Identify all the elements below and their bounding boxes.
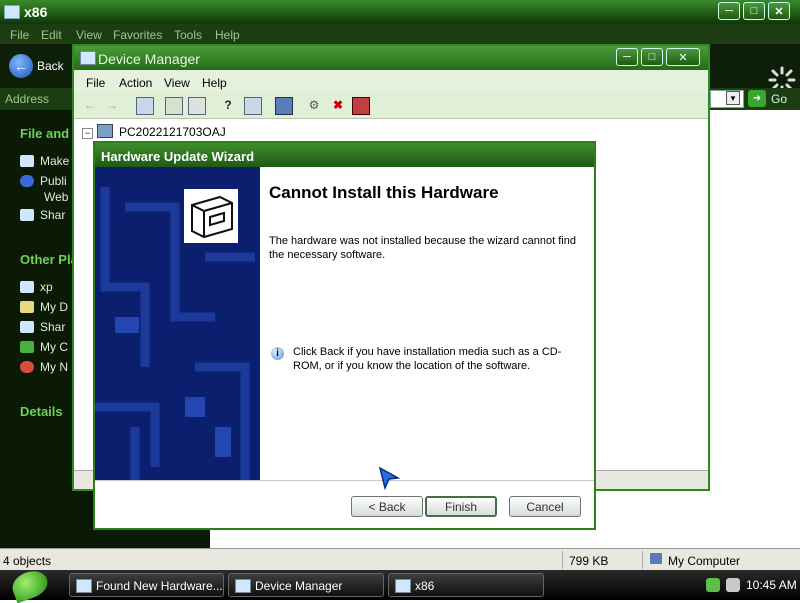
update-driver-icon[interactable]: ⚙ xyxy=(306,97,322,113)
place-item-my-computer[interactable]: My C xyxy=(20,340,68,354)
menu-file[interactable]: File xyxy=(10,28,29,42)
menu-view[interactable]: View xyxy=(76,28,102,42)
share-folder-icon xyxy=(20,321,34,333)
task-item-make[interactable]: Make xyxy=(20,154,69,168)
task-item-publish[interactable]: Publi xyxy=(20,174,67,188)
device-manager-title: Device Manager xyxy=(98,51,200,67)
wizard-title-bar[interactable]: Hardware Update Wizard xyxy=(95,143,594,167)
go-button-label[interactable]: Go xyxy=(771,92,787,106)
window-icon xyxy=(76,579,92,593)
menu-tools[interactable]: Tools xyxy=(174,28,202,42)
menu-edit[interactable]: Edit xyxy=(41,28,62,42)
device-manager-window-controls: ─ □ ✕ xyxy=(616,48,700,66)
tray-volume-icon[interactable] xyxy=(726,578,740,592)
device-manager-icon xyxy=(235,579,251,593)
device-manager-menu-bar: File Action View Help xyxy=(74,70,708,92)
dm-menu-action[interactable]: Action xyxy=(119,76,152,90)
other-places-heading[interactable]: Other Pla xyxy=(20,252,78,267)
taskbar-clock[interactable]: 10:45 AM xyxy=(746,578,797,592)
tree-view-icon[interactable] xyxy=(136,97,154,115)
info-icon: i xyxy=(271,347,284,360)
place-item-my-documents[interactable]: My D xyxy=(20,300,68,314)
help-icon[interactable]: ? xyxy=(220,97,236,113)
dm-menu-file[interactable]: File xyxy=(86,76,105,90)
explorer-status-bar: 4 objects 799 KB My Computer xyxy=(0,548,800,571)
task-x86[interactable]: x86 xyxy=(388,573,544,597)
cancel-button[interactable]: Cancel xyxy=(509,496,581,517)
wizard-info-text: Click Back if you have installation medi… xyxy=(293,346,562,372)
task-item-web[interactable]: Web xyxy=(44,190,68,204)
place-item-shared[interactable]: Shar xyxy=(20,320,65,334)
wizard-heading: Cannot Install this Hardware xyxy=(269,183,499,202)
uninstall-icon[interactable]: ✖ xyxy=(330,97,346,113)
dm-menu-view[interactable]: View xyxy=(164,76,190,90)
status-separator xyxy=(562,551,563,569)
documents-folder-icon xyxy=(20,301,34,313)
forward-arrow-icon[interactable]: → xyxy=(104,97,120,113)
mouse-cursor-icon xyxy=(378,466,400,490)
show-hide-icon[interactable] xyxy=(244,97,262,115)
folder-icon xyxy=(20,155,34,167)
task-item-share[interactable]: Shar xyxy=(20,208,65,222)
place-item-xp[interactable]: xp xyxy=(20,280,53,294)
back-arrow-icon[interactable]: ← xyxy=(82,97,98,113)
device-manager-icon xyxy=(80,51,96,65)
close-button[interactable]: ✕ xyxy=(666,48,700,66)
folder-icon xyxy=(20,281,34,293)
device-tree: − PC2022121703OAJ xyxy=(82,124,226,139)
device-manager-toolbar: ← → ? ⚙ ✖ xyxy=(74,92,708,119)
hardware-update-wizard: Hardware Update Wizard Cannot Install th… xyxy=(93,141,596,530)
back-button[interactable]: < Back xyxy=(351,496,423,517)
explorer-title-bar[interactable]: x86 ─ □ ✕ xyxy=(0,0,800,24)
computer-icon xyxy=(20,341,34,353)
print-icon[interactable] xyxy=(188,97,206,115)
wizard-side-banner xyxy=(95,167,260,480)
back-arrow-icon[interactable]: ← xyxy=(9,54,33,78)
tree-root-computer[interactable]: PC2022121703OAJ xyxy=(119,125,226,139)
share-folder-icon xyxy=(20,209,34,221)
status-location: My Computer xyxy=(668,554,741,568)
maximize-button[interactable]: □ xyxy=(743,2,765,20)
maximize-button[interactable]: □ xyxy=(641,48,663,66)
properties-icon[interactable] xyxy=(165,97,183,115)
wizard-divider xyxy=(95,480,594,481)
scan-hardware-icon[interactable] xyxy=(275,97,293,115)
globe-icon xyxy=(20,175,34,187)
wizard-message: The hardware was not installed because t… xyxy=(269,235,576,261)
collapse-icon[interactable]: − xyxy=(82,128,93,139)
wizard-title: Hardware Update Wizard xyxy=(101,149,255,164)
computer-icon xyxy=(97,124,113,138)
folder-icon xyxy=(395,579,411,593)
taskbar: Found New Hardware... Device Manager x86… xyxy=(0,566,800,603)
device-manager-title-bar[interactable]: Device Manager ─ □ ✕ xyxy=(74,46,708,70)
menu-help[interactable]: Help xyxy=(215,28,240,42)
place-item-my-network[interactable]: My N xyxy=(20,360,68,374)
status-separator xyxy=(642,551,643,569)
tray-hardware-icon[interactable] xyxy=(706,578,720,592)
folder-icon xyxy=(4,5,20,19)
task-found-new-hardware[interactable]: Found New Hardware... xyxy=(69,573,224,597)
disable-device-icon[interactable] xyxy=(352,97,370,115)
network-icon xyxy=(20,361,34,373)
status-size: 799 KB xyxy=(569,554,609,568)
address-dropdown-icon[interactable]: ▼ xyxy=(726,91,740,105)
finish-button[interactable]: Finish xyxy=(425,496,497,517)
explorer-window-controls: ─ □ ✕ xyxy=(718,2,790,20)
address-label: Address xyxy=(5,92,50,106)
hardware-device-icon xyxy=(182,187,240,245)
task-device-manager[interactable]: Device Manager xyxy=(228,573,384,597)
back-button-label[interactable]: Back xyxy=(37,59,64,73)
close-button[interactable]: ✕ xyxy=(768,2,790,20)
minimize-button[interactable]: ─ xyxy=(718,2,740,20)
minimize-button[interactable]: ─ xyxy=(616,48,638,66)
explorer-menu-bar: File Edit View Favorites Tools Help xyxy=(0,24,800,44)
details-heading[interactable]: Details xyxy=(20,404,63,419)
dm-menu-help[interactable]: Help xyxy=(202,76,227,90)
menu-favorites[interactable]: Favorites xyxy=(113,28,162,42)
explorer-title: x86 xyxy=(24,4,48,20)
my-computer-icon xyxy=(650,553,662,564)
start-button-icon[interactable] xyxy=(8,566,52,603)
status-object-count: 4 objects xyxy=(3,554,52,568)
go-arrow-icon[interactable]: ➜ xyxy=(748,90,766,107)
